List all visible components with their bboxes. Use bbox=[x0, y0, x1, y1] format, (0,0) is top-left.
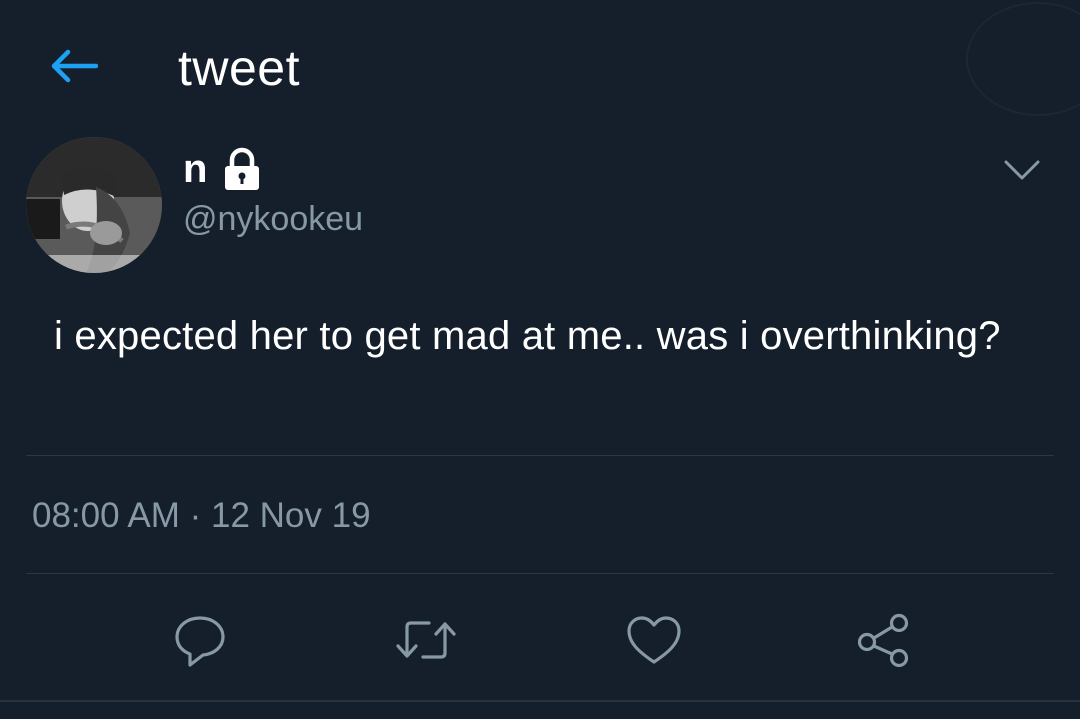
display-name-row: n bbox=[183, 144, 263, 194]
share-button[interactable] bbox=[852, 608, 916, 672]
tweet-detail-screen: tweet n @nykookeu i expected her to get … bbox=[0, 0, 1080, 719]
heart-icon bbox=[627, 616, 681, 664]
bottom-divider bbox=[0, 700, 1080, 719]
display-name[interactable]: n bbox=[183, 146, 207, 192]
decorative-circle bbox=[966, 2, 1080, 116]
reply-button[interactable] bbox=[168, 608, 232, 672]
avatar[interactable] bbox=[26, 137, 162, 273]
header: tweet bbox=[0, 0, 1080, 130]
tweet-text: i expected her to get mad at me.. was i … bbox=[54, 314, 1001, 358]
avatar-image bbox=[26, 137, 162, 273]
divider bbox=[26, 455, 1054, 456]
page-title: tweet bbox=[178, 40, 301, 96]
share-icon bbox=[857, 613, 909, 668]
chevron-down-icon bbox=[1004, 160, 1040, 180]
arrow-left-icon bbox=[51, 49, 98, 83]
reply-icon bbox=[175, 616, 225, 667]
like-button[interactable] bbox=[622, 608, 686, 672]
tweet-menu-button[interactable] bbox=[994, 150, 1050, 190]
user-handle[interactable]: @nykookeu bbox=[183, 198, 363, 240]
back-button[interactable] bbox=[44, 40, 104, 92]
retweet-icon bbox=[396, 621, 456, 659]
lock-icon bbox=[221, 147, 263, 191]
divider bbox=[26, 573, 1054, 574]
tweet-timestamp[interactable]: 08:00 AM · 12 Nov 19 bbox=[32, 494, 371, 538]
retweet-button[interactable] bbox=[394, 608, 458, 672]
action-bar bbox=[0, 598, 1080, 678]
